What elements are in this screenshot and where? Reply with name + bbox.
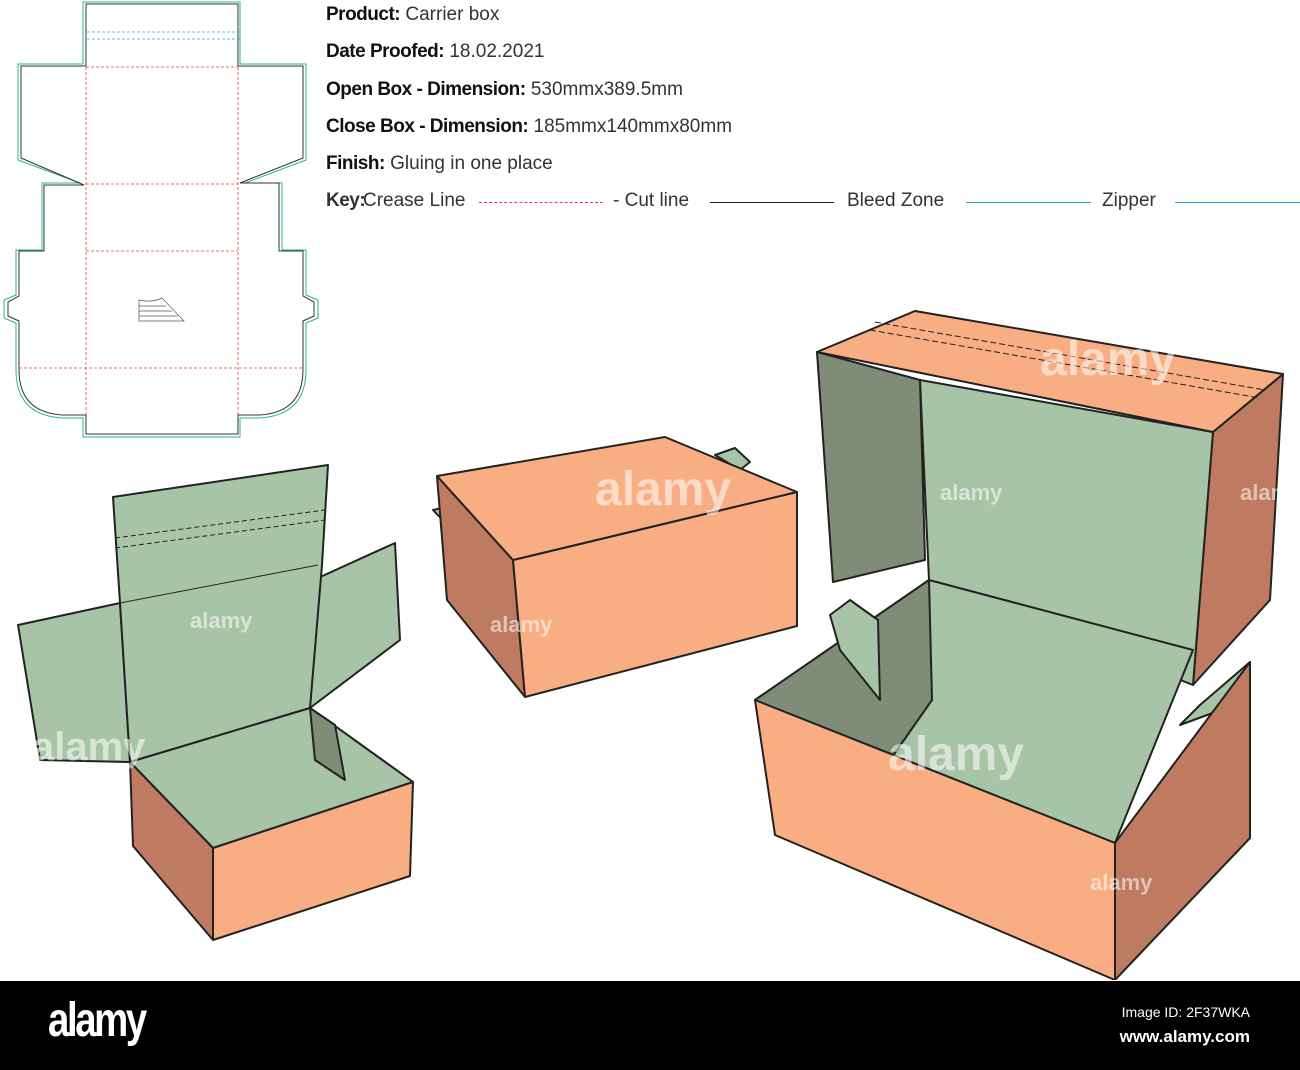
date-spec: Date Proofed: 18.02.2021 [326,41,544,63]
product-value: Carrier box [405,4,500,25]
cut-line-swatch [710,202,834,203]
svg-text:alamy: alamy [1240,480,1300,505]
svg-text:alamy: alamy [1040,333,1176,386]
zipper-line-swatch [1175,202,1300,203]
key-cut-label: - Cut line [613,190,690,211]
close-dimension-value: 185mmx140mmx80mm [533,116,733,137]
key-crease-label: Crease Line [363,190,466,211]
alamy-logo: alamy [48,994,147,1047]
date-label: Date Proofed: [326,41,445,62]
finish-label: Finish: [326,153,385,174]
open-box-lid: alamy alamy alamy alamy alamy [754,310,1300,980]
site-link[interactable]: www.alamy.com [1120,1027,1250,1047]
svg-text:alamy: alamy [940,480,1003,505]
svg-text:alamy: alamy [888,728,1024,781]
open-dimension-value: 530mmx389.5mm [530,79,683,100]
bleed-line-swatch [966,202,1091,203]
close-dimension-label: Close Box - Dimension: [326,116,529,137]
footer-bar: alamy Image ID: 2F37WKA www.alamy.com [0,981,1300,1070]
open-dimension-spec: Open Box - Dimension: 530mmx389.5mm [326,79,683,101]
svg-text:alamy: alamy [32,725,146,769]
close-dimension-spec: Close Box - Dimension: 185mmx140mmx80mm [326,116,732,138]
dieline [3,1,319,438]
product-spec: Product: Carrier box [326,4,499,26]
crease-line-swatch [479,202,603,203]
svg-text:alamy: alamy [595,463,731,516]
open-dimension-label: Open Box - Dimension: [326,79,526,100]
crease-lines [19,66,303,415]
svg-text:alamy: alamy [190,608,253,633]
grain-icon [138,297,185,322]
finish-spec: Finish: Gluing in one place [326,153,553,175]
finish-value: Gluing in one place [390,153,553,174]
key-label: Key: [326,190,366,211]
product-label: Product: [326,4,401,25]
svg-text:alamy: alamy [490,612,553,637]
key-zipper-label: Zipper [1102,190,1156,211]
svg-text:alamy: alamy [1090,870,1153,895]
key-bleed-label: Bleed Zone [847,190,945,211]
date-value: 18.02.2021 [449,41,545,62]
zipper-lines [87,31,240,40]
box-diagram: alamy alamy alamy alamy alamy alamy alam… [3,1,1300,980]
image-id: Image ID: 2F37WKA [1121,1004,1250,1020]
open-box-flat: alamy alamy [17,464,414,941]
cut-outline [7,3,315,435]
closed-box: alamy alamy [432,436,798,698]
